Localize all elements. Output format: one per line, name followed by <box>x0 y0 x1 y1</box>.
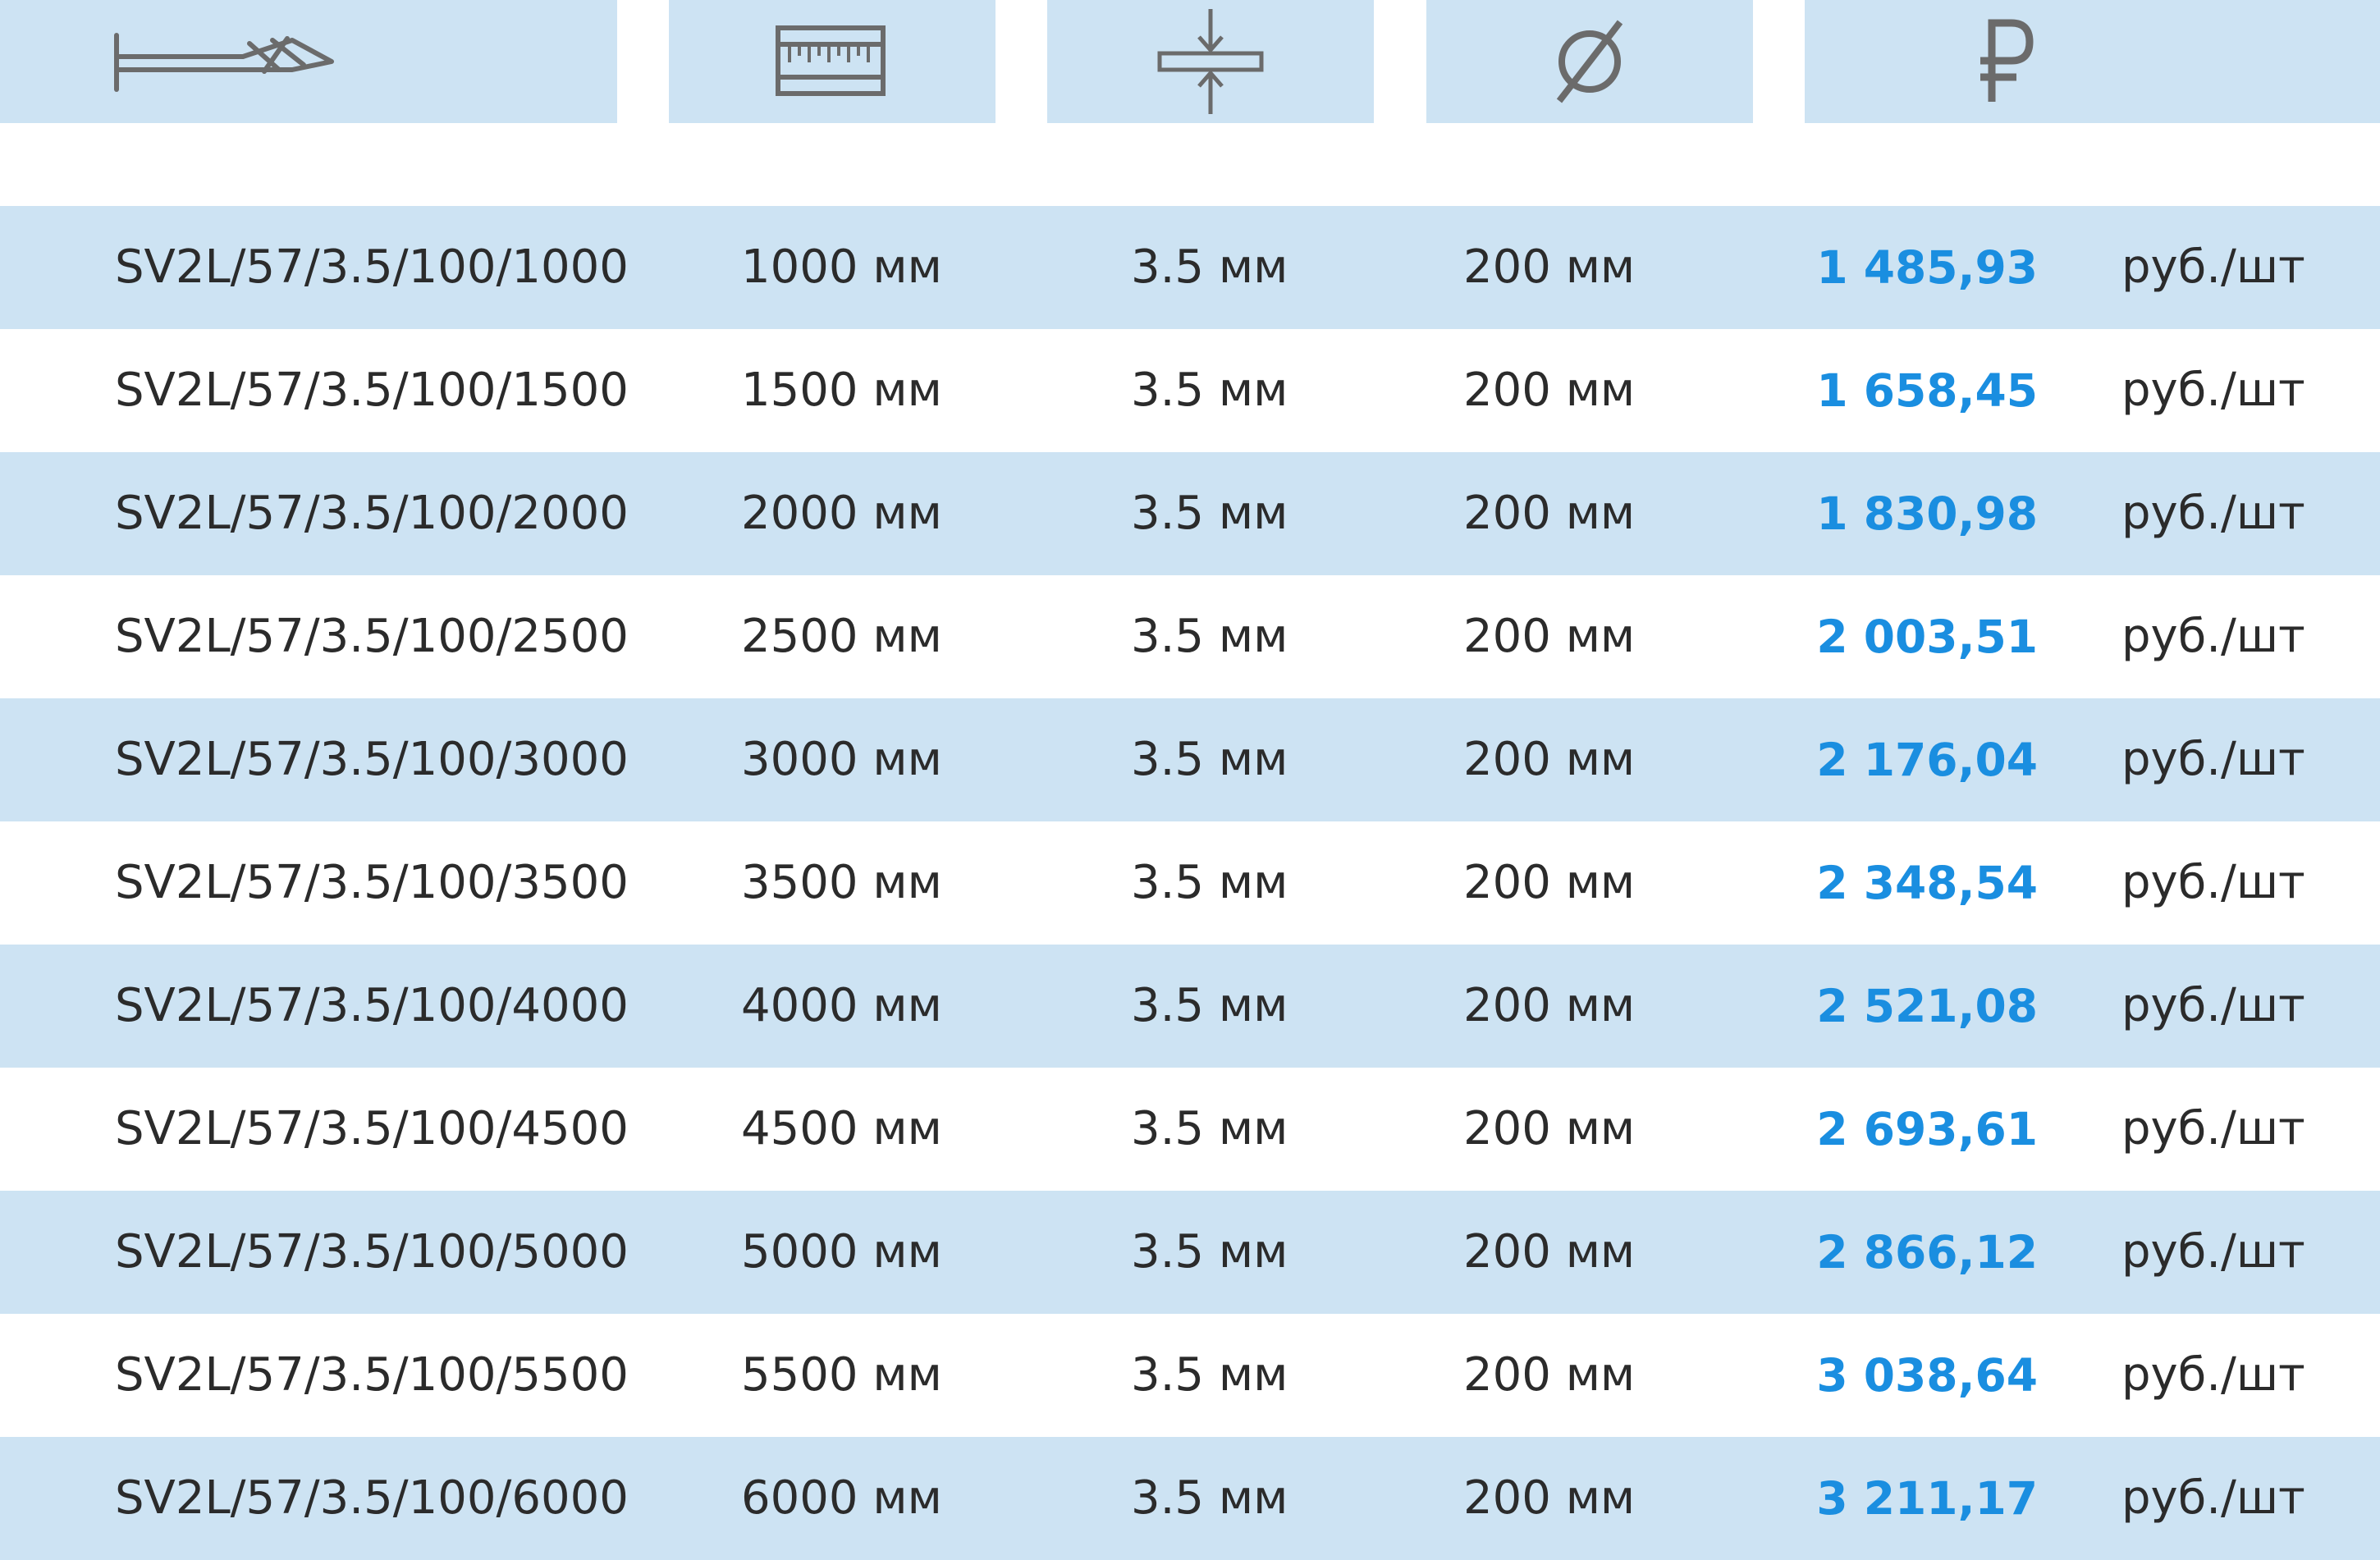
diameter-icon <box>1556 20 1623 103</box>
length-cell: 1000 мм <box>741 240 942 294</box>
length-cell: 3500 мм <box>741 856 942 909</box>
unit-cell: руб./шт <box>2121 979 2305 1032</box>
unit-cell: руб./шт <box>2121 733 2305 786</box>
diameter-cell: 200 мм <box>1463 487 1636 540</box>
length-cell: 2500 мм <box>741 610 942 663</box>
diameter-cell: 200 мм <box>1463 240 1636 294</box>
length-cell: 6000 мм <box>741 1471 942 1525</box>
thickness-cell: 3.5 мм <box>1131 1102 1288 1155</box>
unit-cell: руб./шт <box>2121 364 2305 417</box>
diameter-cell: 200 мм <box>1463 1348 1636 1402</box>
price-table: SV2L/57/3.5/100/1000 1000 мм 3.5 мм 200 мм 1… <box>0 206 2380 1560</box>
length-cell: 5500 мм <box>741 1348 942 1402</box>
thickness-cell: 3.5 мм <box>1131 610 1288 663</box>
thickness-cell: 3.5 мм <box>1131 1471 1288 1525</box>
article-cell: SV2L/57/3.5/100/3500 <box>115 856 629 909</box>
diameter-cell: 200 мм <box>1463 856 1636 909</box>
length-cell: 1500 мм <box>741 364 942 417</box>
length-cell: 5000 мм <box>741 1225 942 1279</box>
diameter-cell: 200 мм <box>1463 610 1636 663</box>
table-header <box>0 0 2380 123</box>
price-cell: 2 521,08 <box>1816 980 2038 1032</box>
unit-cell: руб./шт <box>2121 1225 2305 1279</box>
article-cell: SV2L/57/3.5/100/4000 <box>115 979 629 1032</box>
length-cell: 2000 мм <box>741 487 942 540</box>
price-cell: 2 693,61 <box>1816 1103 2038 1155</box>
article-cell: SV2L/57/3.5/100/5000 <box>115 1225 629 1279</box>
thickness-icon <box>1157 9 1264 114</box>
table-row: SV2L/57/3.5/100/2000 2000 мм 3.5 мм 200 мм 1… <box>0 452 2380 575</box>
diameter-cell: 200 мм <box>1463 1225 1636 1279</box>
price-cell: 2 003,51 <box>1816 611 2038 663</box>
table-row: SV2L/57/3.5/100/2500 2500 мм 3.5 мм 200 мм 2… <box>0 575 2380 698</box>
diameter-cell: 200 мм <box>1463 364 1636 417</box>
price-cell: 3 038,64 <box>1816 1349 2038 1402</box>
article-cell: SV2L/57/3.5/100/2500 <box>115 610 629 663</box>
price-cell: 1 830,98 <box>1816 487 2038 540</box>
length-cell: 4000 мм <box>741 979 942 1032</box>
table-row: SV2L/57/3.5/100/5000 5000 мм 3.5 мм 200 мм 2… <box>0 1191 2380 1314</box>
article-cell: SV2L/57/3.5/100/1000 <box>115 240 629 294</box>
thickness-cell: 3.5 мм <box>1131 1348 1288 1402</box>
diameter-cell: 200 мм <box>1463 979 1636 1032</box>
thickness-cell: 3.5 мм <box>1131 733 1288 786</box>
diameter-cell: 200 мм <box>1463 1102 1636 1155</box>
thickness-cell: 3.5 мм <box>1131 856 1288 909</box>
table-row: SV2L/57/3.5/100/1500 1500 мм 3.5 мм 200 мм 1… <box>0 329 2380 452</box>
diameter-cell: 200 мм <box>1463 733 1636 786</box>
unit-cell: руб./шт <box>2121 1348 2305 1402</box>
price-cell: 2 176,04 <box>1816 734 2038 786</box>
price-cell: 2 348,54 <box>1816 857 2038 909</box>
unit-cell: руб./шт <box>2121 487 2305 540</box>
header-cell-thickness <box>1047 0 1374 123</box>
length-cell: 3000 мм <box>741 733 942 786</box>
unit-cell: руб./шт <box>2121 856 2305 909</box>
unit-cell: руб./шт <box>2121 1102 2305 1155</box>
table-row: SV2L/57/3.5/100/5500 5500 мм 3.5 мм 200 мм 3… <box>0 1314 2380 1437</box>
table-row: SV2L/57/3.5/100/1000 1000 мм 3.5 мм 200 мм 1… <box>0 206 2380 329</box>
table-row: SV2L/57/3.5/100/4500 4500 мм 3.5 мм 200 мм 2… <box>0 1068 2380 1191</box>
table-row: SV2L/57/3.5/100/3000 3000 мм 3.5 мм 200 мм 2… <box>0 698 2380 821</box>
table-row: SV2L/57/3.5/100/4000 4000 мм 3.5 мм 200 мм 2… <box>0 945 2380 1068</box>
unit-cell: руб./шт <box>2121 610 2305 663</box>
thickness-cell: 3.5 мм <box>1131 487 1288 540</box>
thickness-cell: 3.5 мм <box>1131 364 1288 417</box>
thickness-cell: 3.5 мм <box>1131 979 1288 1032</box>
price-cell: 1 658,45 <box>1816 364 2038 417</box>
header-cell-price <box>1805 0 2380 123</box>
thickness-cell: 3.5 мм <box>1131 1225 1288 1279</box>
price-cell: 2 866,12 <box>1816 1226 2038 1279</box>
screw-icon <box>114 33 334 92</box>
header-cell-diameter <box>1426 0 1753 123</box>
article-cell: SV2L/57/3.5/100/2000 <box>115 487 629 540</box>
article-cell: SV2L/57/3.5/100/4500 <box>115 1102 629 1155</box>
article-cell: SV2L/57/3.5/100/3000 <box>115 733 629 786</box>
header-cell-article <box>0 0 617 123</box>
table-row: SV2L/57/3.5/100/3500 3500 мм 3.5 мм 200 мм 2… <box>0 821 2380 945</box>
price-cell: 1 485,93 <box>1816 241 2038 294</box>
article-cell: SV2L/57/3.5/100/5500 <box>115 1348 629 1402</box>
table-row: SV2L/57/3.5/100/6000 6000 мм 3.5 мм 200 мм 3… <box>0 1437 2380 1560</box>
unit-cell: руб./шт <box>2121 1471 2305 1525</box>
length-cell: 4500 мм <box>741 1102 942 1155</box>
diameter-cell: 200 мм <box>1463 1471 1636 1525</box>
ruler-icon <box>776 25 886 96</box>
unit-cell: руб./шт <box>2121 240 2305 294</box>
price-cell: 3 211,17 <box>1816 1472 2038 1525</box>
thickness-cell: 3.5 мм <box>1131 240 1288 294</box>
header-cell-length <box>669 0 995 123</box>
ruble-icon <box>1980 19 2034 102</box>
article-cell: SV2L/57/3.5/100/1500 <box>115 364 629 417</box>
article-cell: SV2L/57/3.5/100/6000 <box>115 1471 629 1525</box>
